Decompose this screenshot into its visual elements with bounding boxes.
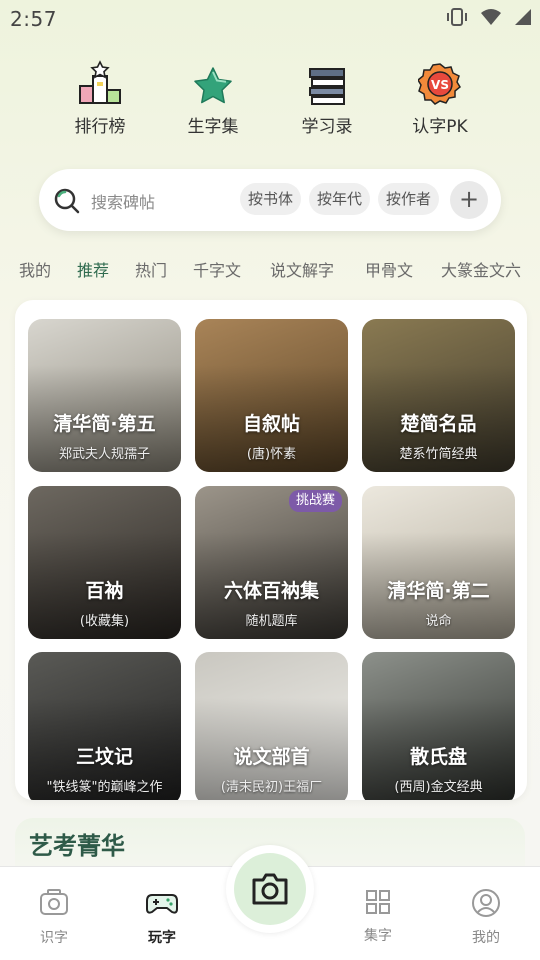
- filter-chip-style[interactable]: 按书体: [240, 183, 302, 215]
- tab-bronze-script[interactable]: 大篆金文六: [441, 257, 521, 281]
- tab-recommended[interactable]: 推荐: [77, 257, 109, 281]
- section-title: 艺考菁华: [29, 832, 125, 860]
- nav-recognize-label: 识字: [40, 930, 68, 946]
- quicknav-ranking[interactable]: 排行榜: [45, 60, 155, 137]
- tile-title: 清华简·第二: [387, 580, 490, 602]
- nav-mine[interactable]: 我的: [446, 887, 526, 947]
- challenge-badge: 挑战赛: [288, 490, 342, 512]
- tab-mine[interactable]: 我的: [19, 257, 51, 281]
- tab-shuowen[interactable]: 说文解字: [270, 257, 334, 281]
- nav-collect-label: 集字: [364, 928, 392, 944]
- tile-title: 清华简·第五: [53, 413, 156, 435]
- status-icons: [446, 8, 532, 26]
- tile-title: 百衲: [85, 580, 124, 602]
- quicknav-pk-label: 认字PK: [412, 117, 468, 137]
- vibrate-icon: [447, 8, 467, 26]
- tile-subtitle: (西周)金文经典: [394, 780, 483, 795]
- tile-tsinghua-2[interactable]: 清华简·第二说命: [362, 486, 515, 639]
- quick-nav: 排行榜 生字集 学习录 VS 认字PK: [0, 60, 540, 140]
- camera-icon: [252, 873, 288, 905]
- nav-mine-label: 我的: [472, 930, 500, 946]
- tile-subtitle: 楚系竹简经典: [399, 447, 478, 462]
- tile-subtitle: 随机题库: [245, 614, 298, 629]
- tile-title: 六体百衲集: [223, 580, 319, 602]
- tile-subtitle: (清末民初)王福厂: [220, 780, 323, 795]
- nav-collect[interactable]: 集字: [338, 887, 418, 945]
- tile-title: 散氏盘: [409, 746, 467, 768]
- tile-zixu-tie[interactable]: 自叙帖 (唐)怀素: [195, 319, 348, 472]
- tile-shuowen-radicals[interactable]: 说文部首 (清末民初)王福厂: [195, 652, 348, 800]
- tile-title: 说文部首: [233, 746, 310, 768]
- tile-tsinghua-5[interactable]: 清华简·第五郑武夫人规孺子: [28, 319, 181, 472]
- wifi-icon: [481, 9, 501, 25]
- tile-baina[interactable]: 百衲 (收藏集): [28, 486, 181, 639]
- search-icon: [54, 188, 80, 214]
- grid-icon: [366, 890, 390, 914]
- camera-scan-icon: [40, 889, 68, 915]
- add-button[interactable]: +: [450, 181, 488, 219]
- calligraphy-grid: 清华简·第五 郑武夫人规孺子 自叙帖 (唐)怀素 楚简名品 楚系竹简经典 百衲 (收藏集) 六体…: [15, 300, 527, 800]
- vs-badge-icon: VS: [418, 63, 461, 105]
- svg-text:VS: VS: [431, 78, 449, 92]
- quicknav-study-log-label: 学习录: [301, 117, 353, 137]
- tile-title: 三坟记: [75, 746, 133, 768]
- tile-sanshi-pan[interactable]: 散氏盘 (西周)金文经典: [362, 652, 515, 800]
- quicknav-new-words-label: 生字集: [187, 117, 239, 137]
- tile-sanfen-ji[interactable]: 三坟记 "铁线篆"的巅峰之作: [28, 652, 181, 800]
- search-bar[interactable]: 搜索碑帖 按书体 按年代 按作者 +: [39, 169, 501, 231]
- status-bar: 2:57: [0, 0, 540, 36]
- profile-icon: [472, 889, 500, 917]
- nav-play[interactable]: 玩字: [122, 887, 202, 947]
- filter-chip-author[interactable]: 按作者: [378, 183, 440, 215]
- status-time: 2:57: [10, 7, 57, 31]
- tile-title: 自叙帖: [242, 413, 300, 435]
- tile-subtitle: (唐)怀素: [246, 447, 297, 462]
- tile-six-styles[interactable]: 六体百衲集随机题库 挑战赛: [195, 486, 348, 639]
- books-icon: [309, 68, 345, 105]
- tab-popular[interactable]: 热门: [135, 257, 167, 281]
- gamepad-icon: [146, 894, 178, 914]
- nav-recognize[interactable]: 识字: [14, 887, 94, 947]
- category-tabs: 我的 推荐 热门 千字文 说文解字 甲骨文 大篆金文六: [0, 257, 540, 283]
- search-input[interactable]: 搜索碑帖: [91, 189, 155, 213]
- quicknav-study-log[interactable]: 学习录: [272, 60, 382, 137]
- podium-icon: [79, 60, 121, 104]
- filter-chip-era[interactable]: 按年代: [309, 183, 371, 215]
- tile-subtitle: 说命: [425, 614, 452, 629]
- tile-chu-slips[interactable]: 楚简名品楚系竹简经典: [362, 319, 515, 472]
- tile-subtitle: 郑武夫人规孺子: [58, 447, 150, 462]
- tile-subtitle: (收藏集): [79, 614, 130, 629]
- star-icon: [194, 67, 232, 104]
- tile-title: 楚简名品: [400, 413, 477, 435]
- tile-subtitle: "铁线篆"的巅峰之作: [46, 780, 163, 795]
- tab-thousand-character[interactable]: 千字文: [193, 257, 241, 281]
- nav-play-label: 玩字: [148, 930, 176, 946]
- quicknav-new-words[interactable]: 生字集: [158, 60, 268, 137]
- camera-button[interactable]: [226, 845, 314, 933]
- quicknav-pk[interactable]: VS 认字PK: [385, 60, 495, 137]
- quicknav-ranking-label: 排行榜: [74, 117, 126, 137]
- signal-icon: [515, 9, 531, 25]
- tab-oracle-bone[interactable]: 甲骨文: [365, 257, 413, 281]
